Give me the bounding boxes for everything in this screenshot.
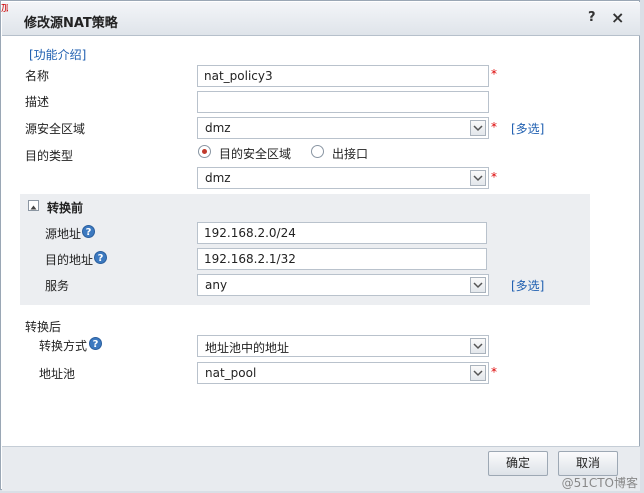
required-star: * xyxy=(491,120,497,134)
chevron-down-icon[interactable] xyxy=(470,365,486,381)
after-section-title: 转换后 xyxy=(25,320,62,334)
mode-help-icon[interactable]: ? xyxy=(89,337,102,350)
function-intro-link[interactable]: [功能介绍] xyxy=(29,46,86,63)
help-icon[interactable]: ? xyxy=(588,10,596,25)
chevron-down-icon[interactable] xyxy=(470,338,486,354)
conversion-mode-value: 地址池中的地址 xyxy=(205,341,290,355)
close-icon[interactable]: × xyxy=(611,8,624,27)
desc-label: 描述 xyxy=(25,95,50,109)
dest-zone-value: dmz xyxy=(205,171,231,185)
chevron-down-icon[interactable] xyxy=(470,120,486,136)
background-window-edge: 加 xyxy=(1,4,8,14)
src-addr-help-icon[interactable]: ? xyxy=(82,225,95,238)
service-value: any xyxy=(205,278,228,292)
ok-button[interactable]: 确定 xyxy=(488,451,548,476)
src-zone-multi-select-link[interactable]: [多选] xyxy=(511,120,544,137)
chevron-down-icon[interactable] xyxy=(470,170,486,186)
required-star: * xyxy=(491,365,497,379)
name-input[interactable] xyxy=(197,65,489,87)
dst-addr-input[interactable] xyxy=(197,248,487,270)
src-addr-input[interactable] xyxy=(197,222,487,244)
address-pool-select[interactable]: nat_pool xyxy=(197,362,489,384)
collapse-toggle-icon[interactable] xyxy=(28,200,39,211)
chevron-down-icon[interactable] xyxy=(470,277,486,293)
dialog-footer: 确定 取消 xyxy=(2,446,640,491)
src-zone-value: dmz xyxy=(205,121,231,135)
required-star: * xyxy=(491,67,497,81)
edit-nat-dialog: 修改源NAT策略 ? × 加 [功能介绍] 名称 * 描述 源安全区域 dmz … xyxy=(0,0,640,491)
dst-addr-help-icon[interactable]: ? xyxy=(94,251,107,264)
src-zone-label: 源安全区域 xyxy=(25,122,86,136)
src-addr-label: 源地址 xyxy=(45,227,82,241)
pool-label: 地址池 xyxy=(39,367,76,381)
radio-out-interface[interactable] xyxy=(311,145,324,158)
service-multi-select-link[interactable]: [多选] xyxy=(511,277,544,294)
conversion-mode-select[interactable]: 地址池中的地址 xyxy=(197,335,489,357)
radio-dest-zone-label: 目的安全区域 xyxy=(219,147,292,161)
required-star: * xyxy=(491,170,497,184)
radio-dest-zone[interactable] xyxy=(198,145,211,158)
cancel-button[interactable]: 取消 xyxy=(558,451,618,476)
mode-label: 转换方式 xyxy=(39,339,88,353)
dst-addr-label: 目的地址 xyxy=(45,253,94,267)
name-label: 名称 xyxy=(25,69,50,83)
service-select[interactable]: any xyxy=(197,274,489,296)
radio-out-interface-label: 出接口 xyxy=(332,147,369,161)
dest-type-label: 目的类型 xyxy=(25,149,74,163)
before-section-title: 转换前 xyxy=(47,201,84,215)
desc-input[interactable] xyxy=(197,91,489,113)
dialog-titlebar: 修改源NAT策略 ? × xyxy=(2,2,640,36)
watermark-text: @51CTO博客 xyxy=(561,476,638,490)
service-label: 服务 xyxy=(45,279,70,293)
address-pool-value: nat_pool xyxy=(205,366,257,380)
dest-zone-select[interactable]: dmz xyxy=(197,167,489,189)
src-zone-select[interactable]: dmz xyxy=(197,117,489,139)
dialog-title: 修改源NAT策略 xyxy=(24,16,118,31)
